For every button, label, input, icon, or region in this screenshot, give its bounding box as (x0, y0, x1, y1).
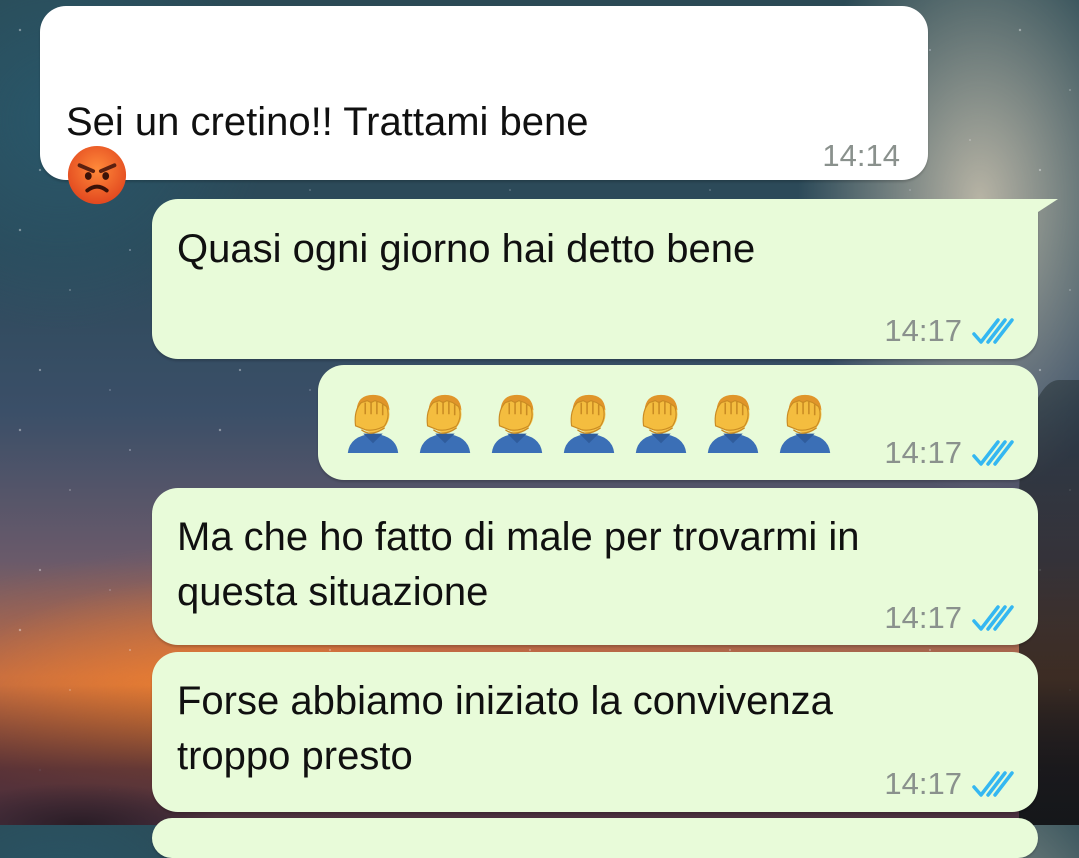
message-time: 14:17 (884, 313, 962, 348)
message-time: 14:17 (884, 766, 962, 801)
message-text: Ma che ho fatto di male per trovarmi in … (177, 515, 860, 614)
message-meta: 14:14 (822, 128, 900, 183)
message-text: Forse abbiamo iniziato la convivenza tro… (177, 679, 833, 778)
man-facepalming-emoji (558, 389, 620, 453)
angry-face-emoji (67, 145, 127, 205)
man-facepalming-emoji (414, 389, 476, 453)
man-facepalming-emoji (630, 389, 692, 453)
man-facepalming-emoji (774, 389, 836, 453)
message-bubble-outgoing-partial[interactable] (152, 818, 1038, 858)
message-time: 14:14 (822, 138, 900, 173)
message-time: 14:17 (884, 600, 962, 635)
message-bubble-outgoing[interactable]: 14:17 (318, 365, 1038, 480)
message-bubble-incoming[interactable]: Sei un cretino!! Trattami bene 14:14 (40, 6, 928, 205)
message-meta: 14:17 (884, 756, 1016, 811)
double-check-icon (972, 438, 1016, 468)
message-bubble-outgoing[interactable]: Forse abbiamo iniziato la convivenza tro… (152, 652, 1038, 812)
message-bubble-outgoing[interactable]: Quasi ogni giorno hai detto bene 14:17 (152, 199, 1058, 359)
man-facepalming-emoji (486, 389, 548, 453)
message-meta: 14:17 (884, 590, 1016, 645)
message-time: 14:17 (884, 435, 962, 470)
double-check-icon (972, 603, 1016, 633)
message-bubble-outgoing[interactable]: Ma che ho fatto di male per trovarmi in … (152, 488, 1038, 645)
message-meta: 14:17 (884, 425, 1016, 480)
double-check-icon (972, 769, 1016, 799)
message-meta: 14:17 (884, 303, 1016, 358)
message-text: Sei un cretino!! Trattami bene (66, 100, 589, 144)
message-text: Quasi ogni giorno hai detto bene (177, 227, 756, 271)
double-check-icon (972, 316, 1016, 346)
emoji-row (342, 389, 836, 453)
bubble-tail (1018, 199, 1058, 225)
message-text-row: Sei un cretino!! Trattami bene (66, 40, 589, 212)
man-facepalming-emoji (702, 389, 764, 453)
man-facepalming-emoji (342, 389, 404, 453)
